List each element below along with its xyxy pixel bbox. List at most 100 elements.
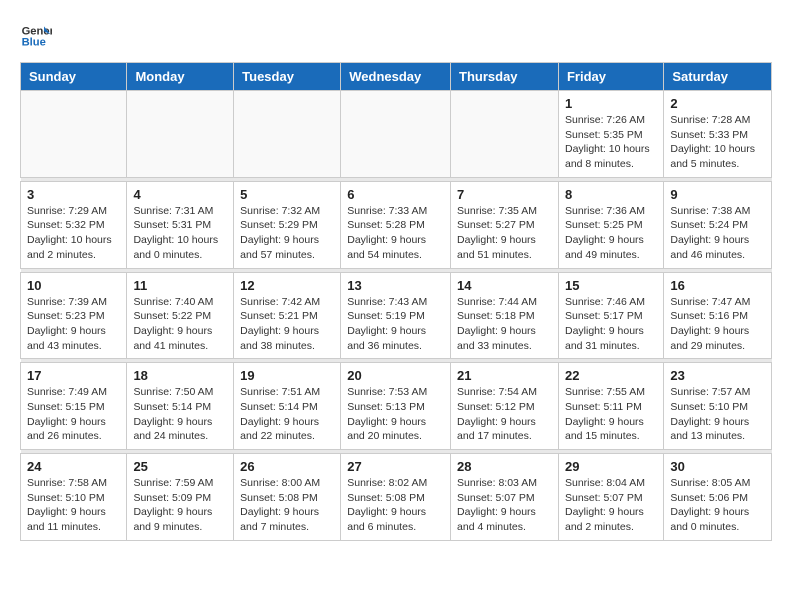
calendar-cell: 26 Sunrise: 8:00 AM Sunset: 5:08 PM Dayli… [234,454,341,541]
weekday-header: Thursday [451,63,559,91]
calendar-cell: 20 Sunrise: 7:53 AM Sunset: 5:13 PM Dayli… [341,363,451,450]
day-number: 2 [670,96,765,111]
day-info: Sunrise: 8:00 AM Sunset: 5:08 PM Dayligh… [240,476,334,535]
calendar-cell [127,91,234,178]
calendar-cell: 5Sunrise: 7:32 AM Sunset: 5:29 PM Daylig… [234,181,341,268]
day-number: 30 [670,459,765,474]
day-info: Sunrise: 8:04 AM Sunset: 5:07 PM Dayligh… [565,476,657,535]
day-info: Sunrise: 8:03 AM Sunset: 5:07 PM Dayligh… [457,476,552,535]
day-info: Sunrise: 7:44 AM Sunset: 5:18 PM Dayligh… [457,295,552,354]
day-number: 15 [565,278,657,293]
calendar-cell: 6 Sunrise: 7:33 AM Sunset: 5:28 PM Daylig… [341,181,451,268]
day-info: Sunrise: 7:58 AM Sunset: 5:10 PM Dayligh… [27,476,120,535]
logo-icon: General Blue [20,20,52,52]
weekday-header: Sunday [21,63,127,91]
calendar-cell: 14 Sunrise: 7:44 AM Sunset: 5:18 PM Dayli… [451,272,559,359]
day-number: 14 [457,278,552,293]
calendar-cell: 24 Sunrise: 7:58 AM Sunset: 5:10 PM Dayli… [21,454,127,541]
calendar-cell: 29 Sunrise: 8:04 AM Sunset: 5:07 PM Dayli… [558,454,663,541]
calendar-header-row: SundayMondayTuesdayWednesdayThursdayFrid… [21,63,772,91]
calendar-week-row: 1Sunrise: 7:26 AM Sunset: 5:35 PM Daylig… [21,91,772,178]
day-info: Sunrise: 7:36 AM Sunset: 5:25 PM Dayligh… [565,204,657,263]
day-info: Sunrise: 7:29 AM Sunset: 5:32 PM Dayligh… [27,204,120,263]
calendar-cell: 25 Sunrise: 7:59 AM Sunset: 5:09 PM Dayli… [127,454,234,541]
day-number: 19 [240,368,334,383]
day-info: Sunrise: 7:54 AM Sunset: 5:12 PM Dayligh… [457,385,552,444]
day-number: 25 [133,459,227,474]
calendar-cell: 30 Sunrise: 8:05 AM Sunset: 5:06 PM Dayli… [664,454,772,541]
day-info: Sunrise: 7:57 AM Sunset: 5:10 PM Dayligh… [670,385,765,444]
day-info: Sunrise: 7:35 AM Sunset: 5:27 PM Dayligh… [457,204,552,263]
weekday-header: Tuesday [234,63,341,91]
day-number: 29 [565,459,657,474]
calendar-cell: 11 Sunrise: 7:40 AM Sunset: 5:22 PM Dayli… [127,272,234,359]
header: General Blue [20,20,772,52]
day-info: Sunrise: 8:05 AM Sunset: 5:06 PM Dayligh… [670,476,765,535]
day-info: Sunrise: 8:02 AM Sunset: 5:08 PM Dayligh… [347,476,444,535]
day-number: 1 [565,96,657,111]
calendar: SundayMondayTuesdayWednesdayThursdayFrid… [20,62,772,541]
weekday-header: Friday [558,63,663,91]
weekday-header: Saturday [664,63,772,91]
day-number: 22 [565,368,657,383]
calendar-cell: 4 Sunrise: 7:31 AM Sunset: 5:31 PM Daylig… [127,181,234,268]
day-info: Sunrise: 7:51 AM Sunset: 5:14 PM Dayligh… [240,385,334,444]
logo: General Blue [20,20,56,52]
day-number: 4 [133,187,227,202]
day-info: Sunrise: 7:31 AM Sunset: 5:31 PM Dayligh… [133,204,227,263]
day-info: Sunrise: 7:39 AM Sunset: 5:23 PM Dayligh… [27,295,120,354]
calendar-cell: 3 Sunrise: 7:29 AM Sunset: 5:32 PM Daylig… [21,181,127,268]
calendar-week-row: 10 Sunrise: 7:39 AM Sunset: 5:23 PM Dayli… [21,272,772,359]
calendar-week-row: 3 Sunrise: 7:29 AM Sunset: 5:32 PM Daylig… [21,181,772,268]
calendar-cell: 22 Sunrise: 7:55 AM Sunset: 5:11 PM Dayli… [558,363,663,450]
calendar-cell: 10 Sunrise: 7:39 AM Sunset: 5:23 PM Dayli… [21,272,127,359]
day-number: 13 [347,278,444,293]
calendar-cell: 12Sunrise: 7:42 AM Sunset: 5:21 PM Dayli… [234,272,341,359]
day-info: Sunrise: 7:47 AM Sunset: 5:16 PM Dayligh… [670,295,765,354]
day-number: 6 [347,187,444,202]
calendar-cell [21,91,127,178]
day-number: 24 [27,459,120,474]
day-info: Sunrise: 7:38 AM Sunset: 5:24 PM Dayligh… [670,204,765,263]
calendar-cell: 1Sunrise: 7:26 AM Sunset: 5:35 PM Daylig… [558,91,663,178]
calendar-cell: 18Sunrise: 7:50 AM Sunset: 5:14 PM Dayli… [127,363,234,450]
calendar-cell: 16 Sunrise: 7:47 AM Sunset: 5:16 PM Dayli… [664,272,772,359]
calendar-cell: 23Sunrise: 7:57 AM Sunset: 5:10 PM Dayli… [664,363,772,450]
day-number: 16 [670,278,765,293]
day-info: Sunrise: 7:49 AM Sunset: 5:15 PM Dayligh… [27,385,120,444]
day-number: 20 [347,368,444,383]
calendar-cell: 7Sunrise: 7:35 AM Sunset: 5:27 PM Daylig… [451,181,559,268]
day-info: Sunrise: 7:46 AM Sunset: 5:17 PM Dayligh… [565,295,657,354]
calendar-cell: 19 Sunrise: 7:51 AM Sunset: 5:14 PM Dayli… [234,363,341,450]
day-info: Sunrise: 7:55 AM Sunset: 5:11 PM Dayligh… [565,385,657,444]
day-number: 8 [565,187,657,202]
weekday-header: Wednesday [341,63,451,91]
day-info: Sunrise: 7:40 AM Sunset: 5:22 PM Dayligh… [133,295,227,354]
day-number: 3 [27,187,120,202]
svg-text:Blue: Blue [22,37,46,49]
day-number: 11 [133,278,227,293]
calendar-cell: 17 Sunrise: 7:49 AM Sunset: 5:15 PM Dayli… [21,363,127,450]
day-info: Sunrise: 7:33 AM Sunset: 5:28 PM Dayligh… [347,204,444,263]
calendar-cell: 13Sunrise: 7:43 AM Sunset: 5:19 PM Dayli… [341,272,451,359]
calendar-cell: 21Sunrise: 7:54 AM Sunset: 5:12 PM Dayli… [451,363,559,450]
day-info: Sunrise: 7:59 AM Sunset: 5:09 PM Dayligh… [133,476,227,535]
day-info: Sunrise: 7:53 AM Sunset: 5:13 PM Dayligh… [347,385,444,444]
calendar-cell: 28 Sunrise: 8:03 AM Sunset: 5:07 PM Dayli… [451,454,559,541]
day-number: 27 [347,459,444,474]
calendar-cell: 15 Sunrise: 7:46 AM Sunset: 5:17 PM Dayli… [558,272,663,359]
calendar-cell: 9 Sunrise: 7:38 AM Sunset: 5:24 PM Daylig… [664,181,772,268]
day-number: 5 [240,187,334,202]
day-number: 26 [240,459,334,474]
page: General Blue SundayMondayTuesdayWednesda… [0,0,792,551]
day-number: 17 [27,368,120,383]
calendar-cell: 27 Sunrise: 8:02 AM Sunset: 5:08 PM Dayli… [341,454,451,541]
day-number: 9 [670,187,765,202]
calendar-week-row: 17 Sunrise: 7:49 AM Sunset: 5:15 PM Dayli… [21,363,772,450]
day-number: 12 [240,278,334,293]
calendar-cell [451,91,559,178]
day-number: 28 [457,459,552,474]
weekday-header: Monday [127,63,234,91]
day-number: 10 [27,278,120,293]
calendar-cell: 2Sunrise: 7:28 AM Sunset: 5:33 PM Daylig… [664,91,772,178]
